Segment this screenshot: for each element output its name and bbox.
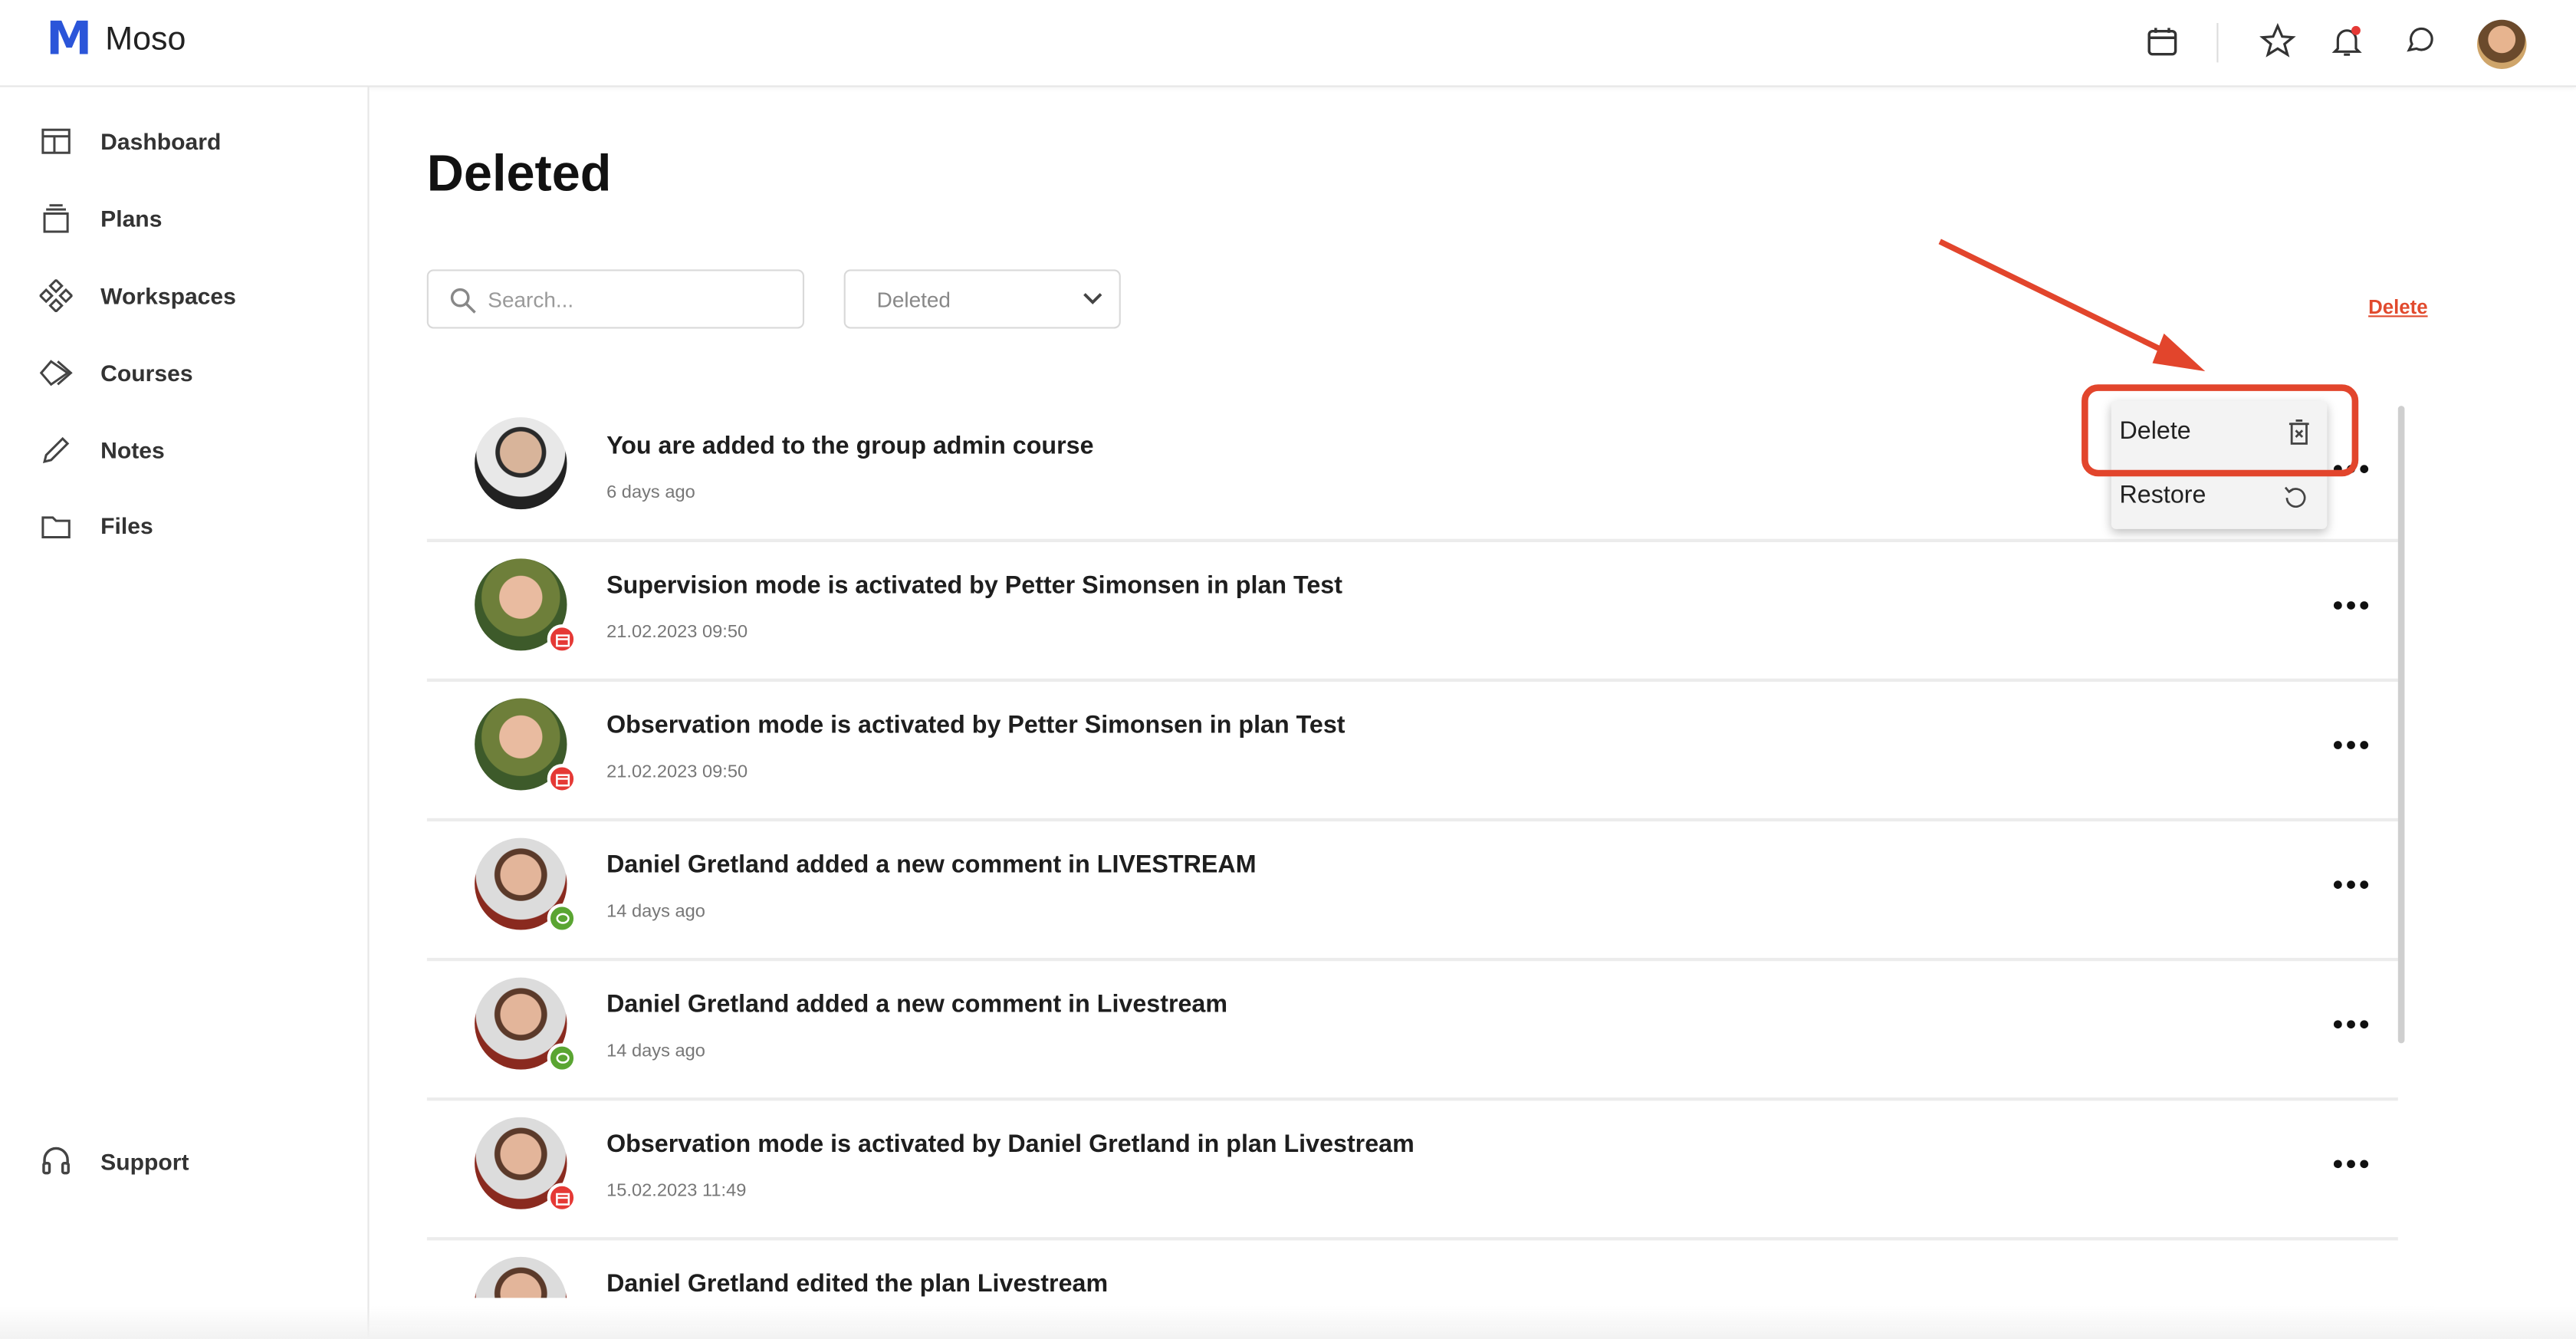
logo-text: Moso (105, 20, 186, 57)
sidebar-item-support[interactable]: Support (40, 1145, 189, 1178)
sidebar-item-plans[interactable]: Plans (40, 202, 163, 235)
folder-icon (41, 516, 71, 539)
calendar-badge-icon (547, 1183, 577, 1213)
list-item[interactable]: Daniel Gretland edited the plan Livestre… (427, 1240, 2398, 1298)
app-logo[interactable]: M Moso (46, 11, 186, 66)
menu-restore-label: Restore (2119, 481, 2206, 510)
comment-badge-icon (547, 1043, 577, 1073)
sidebar-item-workspaces[interactable]: Workspaces (39, 279, 236, 313)
restore-icon (2284, 486, 2306, 508)
filter-select-value: Deleted (876, 287, 951, 313)
notification-time: 15.02.2023 11:49 (606, 1181, 747, 1202)
list-item[interactable]: Daniel Gretland added a new comment in L… (426, 961, 2398, 1101)
bottom-fade (0, 1306, 2576, 1339)
list-item[interactable]: Daniel Gretland added a new comment in L… (426, 821, 2398, 962)
notification-time: 21.02.2023 09:50 (606, 622, 748, 643)
notification-title: Daniel Gretland added a new comment in L… (606, 990, 1228, 1019)
sidebar-item-label: Courses (100, 360, 193, 387)
list-scrollbar[interactable] (2397, 406, 2405, 1044)
app-root: M Moso Dashboard Plans Workspaces Course… (0, 0, 2576, 1339)
notification-time: 14 days ago (606, 902, 705, 922)
avatar (475, 1256, 567, 1298)
sidebar-item-notes[interactable]: Notes (40, 434, 165, 467)
plans-icon (43, 204, 69, 233)
list-item[interactable]: Observation mode is activated by Daniel … (426, 1100, 2398, 1241)
annotation-highlight-box (2082, 384, 2359, 477)
sidebar-item-label: Files (100, 512, 153, 539)
calendar-badge-icon (547, 624, 577, 654)
notification-time: 14 days ago (606, 1041, 705, 1061)
comment-badge-icon (547, 903, 577, 933)
logo-mark: M (46, 11, 93, 66)
sidebar-item-label: Dashboard (100, 128, 222, 155)
filter-select[interactable]: Deleted (843, 269, 1121, 329)
header-divider (2216, 22, 2219, 63)
headset-icon (42, 1147, 70, 1175)
workspaces-icon (39, 279, 73, 313)
star-icon[interactable] (2256, 20, 2299, 63)
notification-time: 21.02.2023 09:50 (606, 762, 748, 782)
dashboard-icon (41, 128, 71, 154)
sidebar-item-dashboard[interactable]: Dashboard (40, 125, 222, 158)
notification-title: Supervision mode is activated by Petter … (606, 571, 1342, 600)
sidebar-item-label: Plans (100, 205, 163, 232)
more-options-icon[interactable] (2331, 1147, 2371, 1179)
notification-title: Observation mode is activated by Daniel … (606, 1130, 1414, 1159)
notification-title: You are added to the group admin course (606, 432, 1094, 460)
notification-title: Observation mode is activated by Petter … (606, 711, 1346, 740)
sidebar-item-label: Workspaces (100, 282, 236, 309)
more-options-icon[interactable] (2331, 588, 2371, 621)
more-options-icon[interactable] (2331, 1007, 2371, 1040)
list-item[interactable]: Supervision mode is activated by Petter … (426, 542, 2398, 683)
pencil-icon (42, 436, 70, 464)
user-avatar[interactable] (2476, 19, 2527, 69)
chevron-down-icon (1083, 293, 1102, 304)
delete-all-link[interactable]: Delete (2368, 296, 2427, 319)
sidebar-item-courses[interactable]: Courses (39, 357, 193, 390)
sidebar-item-files[interactable]: Files (40, 509, 153, 542)
more-options-icon[interactable] (2331, 728, 2371, 761)
notification-time: 6 days ago (606, 482, 695, 503)
notification-title: Daniel Gretland added a new comment in L… (606, 850, 1257, 880)
calendar-badge-icon (547, 764, 577, 794)
calendar-icon[interactable] (2141, 20, 2183, 63)
notification-list: You are added to the group admin course … (426, 402, 2407, 1298)
support-label: Support (100, 1148, 189, 1175)
search-box (426, 269, 805, 329)
sidebar-item-label: Notes (100, 436, 165, 464)
more-options-icon[interactable] (2331, 867, 2371, 900)
sidebar: Dashboard Plans Workspaces Courses Notes… (0, 87, 370, 1339)
page-title: Deleted (426, 144, 612, 202)
search-input[interactable] (488, 271, 794, 327)
chat-icon[interactable] (2400, 20, 2443, 63)
search-icon (450, 288, 476, 314)
bell-icon[interactable] (2325, 20, 2368, 63)
avatar (475, 417, 567, 510)
notification-title: Daniel Gretland edited the plan Livestre… (606, 1269, 1109, 1298)
list-item[interactable]: Observation mode is activated by Petter … (426, 682, 2398, 822)
top-bar: M Moso (0, 0, 2576, 87)
courses-icon (39, 360, 73, 387)
